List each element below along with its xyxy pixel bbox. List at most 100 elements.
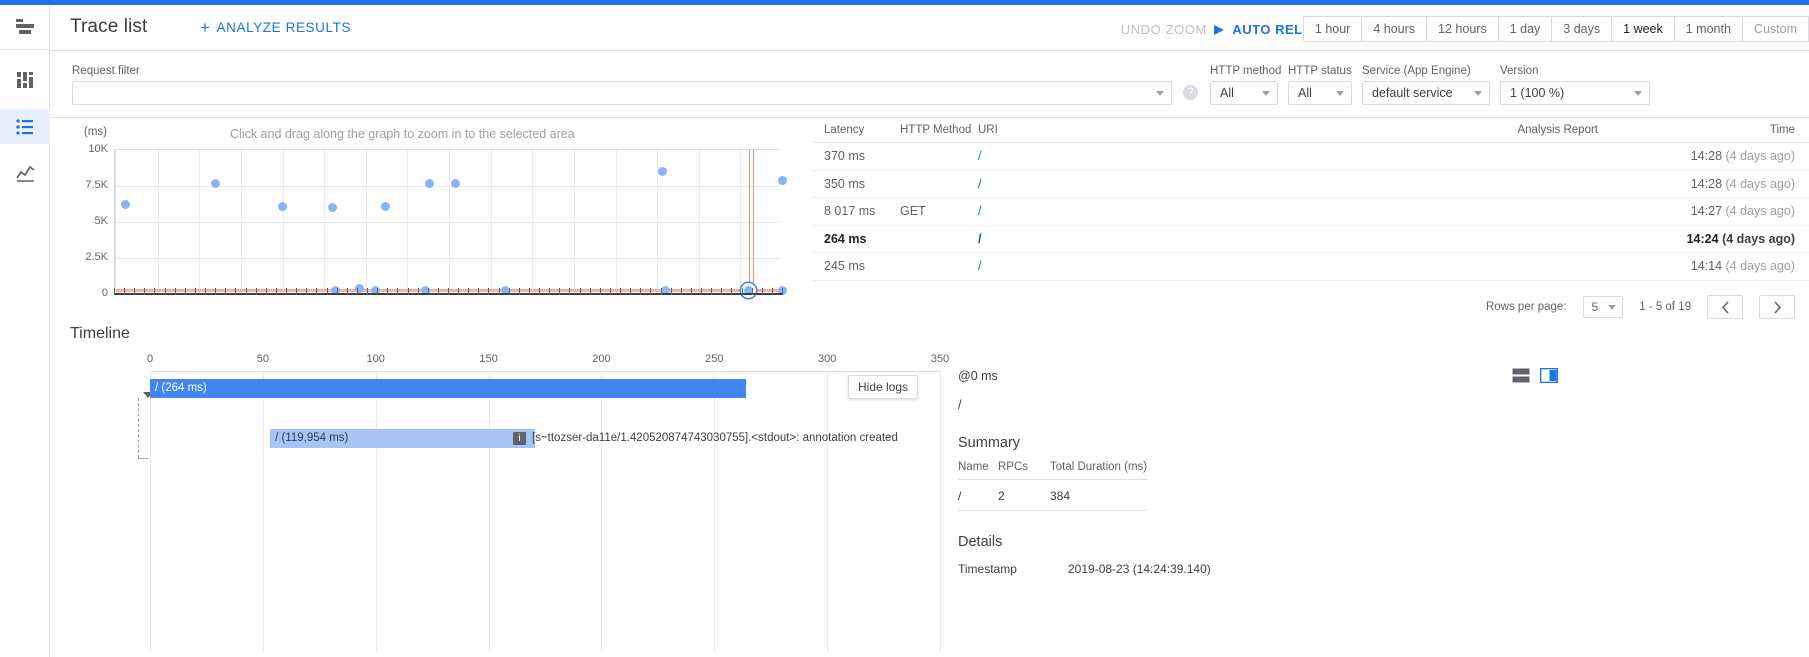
dashboard-icon (17, 71, 33, 88)
timeline-tick: 0 (146, 353, 154, 365)
trace-results-table: Latency HTTP Method URI Analysis Report … (812, 118, 1809, 323)
cell-time-relative: (4 days ago) (1725, 204, 1795, 219)
chart-point[interactable] (424, 178, 434, 188)
chart-point[interactable] (327, 203, 337, 213)
cell-time: 14:24 (4 days ago) (1598, 232, 1809, 246)
latency-scatter-chart[interactable]: (ms) Click and drag along the graph to z… (50, 118, 810, 318)
chart-x-tick (326, 288, 328, 295)
chevron-down-icon (1262, 91, 1270, 96)
chart-x-tick (417, 288, 419, 295)
trace-details-panel: @0 ms / Summary Name RPCs Total Duration… (958, 368, 1558, 576)
chart-point[interactable] (381, 202, 391, 212)
rows-per-page-select[interactable]: 5 (1582, 296, 1624, 318)
cell-time-clock: 14:28 (1690, 149, 1723, 164)
timeline-gridline (488, 371, 490, 653)
details-summary-table: Name RPCs Total Duration (ms) / 2 384 (958, 461, 1148, 511)
chart-x-tick (711, 288, 713, 295)
analyze-results-button[interactable]: + ANALYZE RESULTS (200, 19, 351, 36)
chart-plot-area[interactable] (114, 149, 787, 296)
details-summary-title: Summary (958, 435, 1021, 451)
service-select[interactable]: default service (1362, 81, 1490, 105)
next-page-button[interactable] (1759, 295, 1795, 319)
undo-zoom-button[interactable]: UNDO ZOOM (1121, 22, 1207, 37)
chart-x-tick (346, 288, 348, 295)
chart-x-tick (630, 288, 632, 295)
time-range-12-hours[interactable]: 12 hours (1427, 17, 1499, 41)
table-row[interactable]: 370 ms / 14:28 (4 days ago) (812, 143, 1809, 171)
time-range-4-hours[interactable]: 4 hours (1362, 17, 1428, 41)
chart-x-tick (225, 288, 227, 295)
http-status-select[interactable]: All (1288, 81, 1352, 105)
cell-latency: 370 ms (824, 149, 865, 164)
cell-time: 14:28 (4 days ago) (1598, 149, 1809, 163)
cell-http-method: GET (900, 204, 926, 219)
timeline-axis-ticks: 0 50 100 150 200 250 300 350 (146, 353, 949, 371)
summary-header-row: Name RPCs Total Duration (ms) (958, 461, 1148, 480)
timeline-bar[interactable]: / (119,954 ms) (270, 429, 535, 448)
menu-icon (16, 19, 34, 34)
http-method-label: HTTP method (1210, 65, 1282, 77)
hide-logs-button[interactable]: Hide logs (848, 375, 919, 399)
col-time: Time (1769, 124, 1795, 136)
chart-x-tick (660, 288, 662, 295)
rail-item-dashboard[interactable] (0, 62, 50, 97)
time-range-1-week[interactable]: 1 week (1612, 17, 1675, 41)
summary-row: / 2 384 (958, 480, 1148, 511)
time-range-1-month[interactable]: 1 month (1674, 17, 1743, 41)
rail-item-analytics[interactable] (0, 156, 50, 191)
time-range-3-days[interactable]: 3 days (1552, 17, 1613, 41)
chart-x-tick (599, 288, 601, 295)
summary-col-duration: Total Duration (ms) (1050, 461, 1148, 473)
http-method-select[interactable]: All (1210, 81, 1278, 105)
chart-x-tick (508, 288, 510, 295)
details-header: @0 ms (958, 368, 1558, 383)
chart-selection-marker (748, 150, 750, 293)
split-horizontal-icon[interactable] (1512, 368, 1530, 383)
chart-x-tick (356, 288, 358, 295)
chart-y-tick: 0 (101, 287, 108, 299)
chart-x-tick (235, 288, 237, 295)
request-filter-input[interactable] (72, 81, 1172, 105)
summary-col-rpcs: RPCs (998, 461, 1029, 473)
rail-item-trace-list[interactable] (0, 109, 50, 144)
chart-point[interactable] (121, 199, 131, 209)
rail-item-menu[interactable] (0, 5, 50, 50)
details-offset-label: @0 ms (958, 368, 998, 383)
time-range-1-day[interactable]: 1 day (1498, 17, 1553, 41)
prev-page-button[interactable] (1707, 295, 1743, 319)
timeline-connector-h (138, 458, 148, 459)
chart-x-tick (164, 288, 166, 295)
table-body: 370 ms / 14:28 (4 days ago) 350 ms / 14:28 (4… (812, 143, 1809, 281)
chart-point[interactable] (777, 175, 787, 185)
chevron-down-icon (1336, 91, 1344, 96)
timeline-connector-v (138, 398, 139, 458)
timeline-gridline (375, 371, 377, 653)
help-icon[interactable]: ? (1183, 85, 1198, 100)
chevron-down-icon (1608, 304, 1617, 310)
chart-x-tick (296, 288, 298, 295)
cell-latency: 350 ms (824, 176, 865, 191)
chart-point[interactable] (657, 167, 667, 177)
time-range-custom[interactable]: Custom (1742, 17, 1809, 41)
col-analysis-report: Analysis Report (1517, 124, 1598, 136)
chart-hint: Click and drag along the graph to zoom i… (230, 127, 575, 141)
chart-x-tick (721, 288, 723, 295)
time-range-selector[interactable]: 1 hour 4 hours 12 hours 1 day 3 days 1 week 1 … (1302, 16, 1809, 42)
chart-x-tick (134, 288, 136, 295)
table-row[interactable]: 350 ms / 14:28 (4 days ago) (812, 171, 1809, 198)
table-row[interactable]: 264 ms / 14:24 (4 days ago) (812, 226, 1809, 253)
version-select[interactable]: 1 (100 %) (1500, 81, 1650, 105)
split-vertical-icon[interactable] (1540, 368, 1558, 383)
details-details-title: Details (958, 534, 1003, 550)
table-row[interactable]: 245 ms / 14:14 (4 days ago) (812, 253, 1809, 281)
table-row[interactable]: 8 017 ms GET / 14:27 (4 days ago) (812, 198, 1809, 226)
cell-time: 14:27 (4 days ago) (1598, 204, 1809, 218)
chart-point[interactable] (278, 201, 287, 211)
chart-y-axis-unit: (ms) (84, 126, 107, 138)
chart-x-tick (569, 288, 571, 295)
timeline-bar[interactable]: / (264 ms) (150, 379, 747, 398)
time-range-1-hour[interactable]: 1 hour (1303, 17, 1363, 41)
page-header: Trace list + ANALYZE RESULTS UNDO ZOOM A… (50, 5, 1809, 51)
rows-per-page-label: Rows per page: (1485, 301, 1567, 313)
cell-time-clock: 14:28 (1690, 176, 1723, 191)
